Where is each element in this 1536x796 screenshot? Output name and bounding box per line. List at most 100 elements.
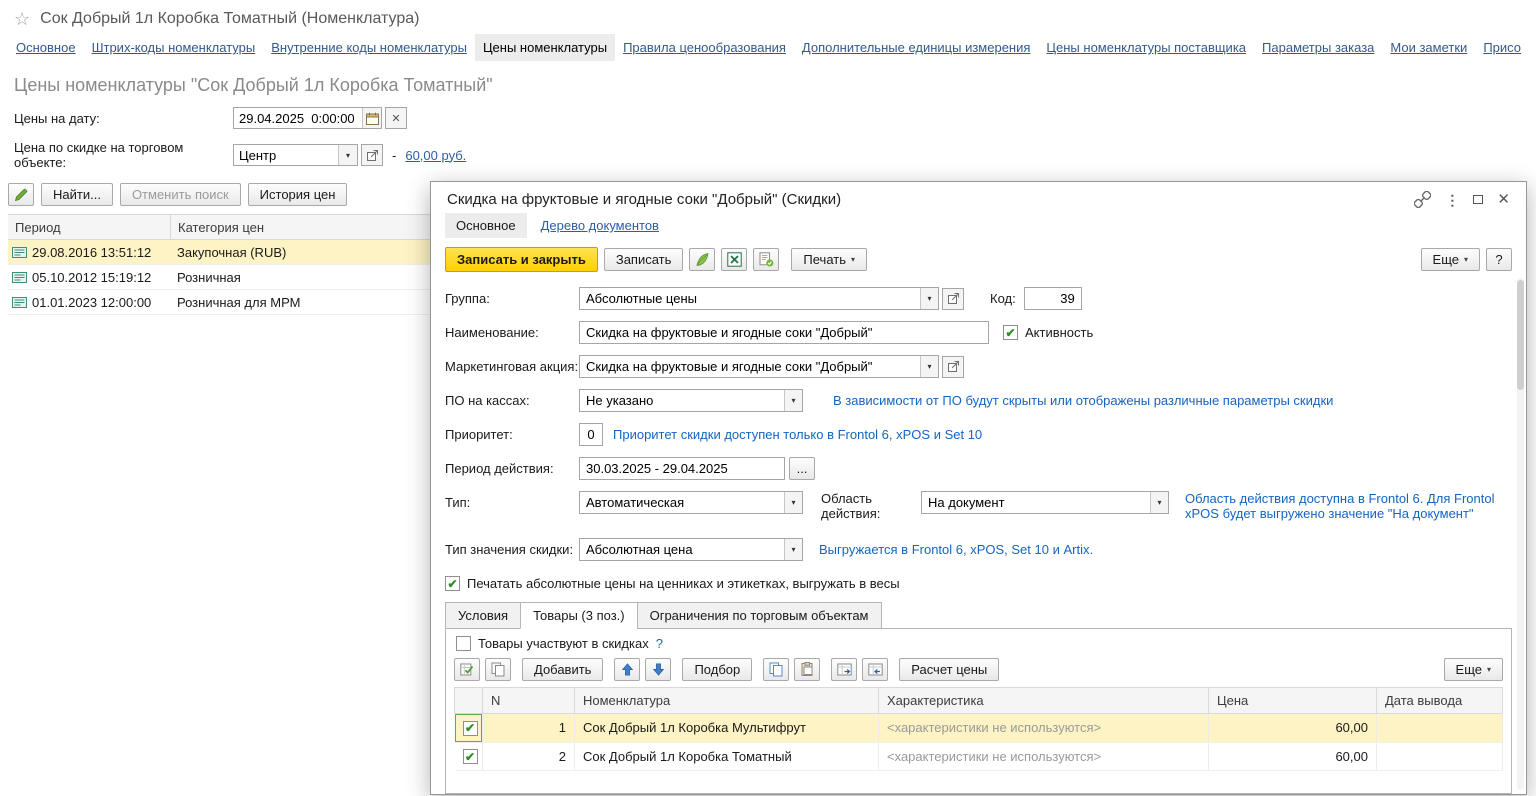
edit-pencil-icon[interactable]	[8, 183, 34, 206]
save-and-close-button[interactable]: Записать и закрыть	[445, 247, 598, 272]
date-row: Цены на дату: ✕	[14, 107, 1536, 129]
dialog-form: Группа: ▾ Код: Наименование: Активность	[431, 278, 1526, 601]
print-prices-checkbox[interactable]: Печатать абсолютные цены на ценниках и э…	[445, 576, 900, 591]
type-dropdown-icon[interactable]: ▾	[784, 492, 802, 513]
scope-label: Область действия:	[821, 491, 897, 522]
value-type-dropdown-icon[interactable]: ▾	[784, 539, 802, 560]
nav-tab-my-notes[interactable]: Мои заметки	[1382, 34, 1475, 61]
row-checkbox[interactable]	[463, 721, 478, 736]
get-link-icon[interactable]	[1414, 191, 1431, 208]
name-input[interactable]	[579, 321, 989, 344]
add-button[interactable]: Добавить	[522, 658, 603, 681]
period-input[interactable]	[579, 457, 785, 480]
price-row[interactable]: 05.10.2012 15:19:12 Розничная	[8, 265, 432, 290]
dialog-tab-main[interactable]: Основное	[445, 213, 527, 238]
row-checkbox[interactable]	[463, 749, 478, 764]
store-dropdown-icon[interactable]: ▾	[338, 145, 357, 165]
period-ellipsis-button[interactable]: ...	[789, 457, 815, 480]
nav-tab-extra-units[interactable]: Дополнительные единицы измерения	[794, 34, 1038, 61]
marketing-combo: ▾	[579, 355, 939, 378]
price-row[interactable]: 29.08.2016 13:51:12 Закупочная (RUB)	[8, 240, 432, 265]
nav-tab-order-params[interactable]: Параметры заказа	[1254, 34, 1382, 61]
clear-date-icon[interactable]: ✕	[385, 107, 407, 129]
move-up-icon[interactable]	[614, 658, 640, 681]
pick-button[interactable]: Подбор	[682, 658, 752, 681]
scope-dropdown-icon[interactable]: ▾	[1150, 492, 1168, 513]
calc-price-button[interactable]: Расчет цены	[899, 658, 999, 681]
print-prices-checkbox-box[interactable]	[445, 576, 460, 591]
scrollbar-thumb[interactable]	[1517, 280, 1524, 390]
cancel-search-button[interactable]: Отменить поиск	[120, 183, 241, 206]
move-down-icon[interactable]	[645, 658, 671, 681]
store-combo: ▾	[233, 144, 358, 166]
close-icon[interactable]: ✕	[1497, 192, 1510, 207]
pos-software-input[interactable]	[580, 390, 784, 411]
price-record-icon	[12, 272, 27, 283]
marketing-input[interactable]	[580, 356, 920, 377]
tab-conditions[interactable]: Условия	[445, 602, 521, 629]
date-input[interactable]	[234, 108, 362, 128]
participate-help-icon[interactable]: ?	[656, 636, 663, 651]
scope-input[interactable]	[922, 492, 1150, 513]
store-input[interactable]	[234, 145, 338, 165]
group-open-icon[interactable]	[942, 288, 964, 310]
more-button[interactable]: Еще▾	[1421, 248, 1480, 271]
nav-tab-barcodes[interactable]: Штрих-коды номенклатуры	[84, 34, 264, 61]
check-all-icon[interactable]	[454, 658, 480, 681]
price-record-icon	[12, 247, 27, 258]
load-table-icon[interactable]	[831, 658, 857, 681]
store-open-icon[interactable]	[361, 144, 383, 166]
product-row[interactable]: 2 Сок Добрый 1л Коробка Томатный <характ…	[455, 742, 1503, 771]
favorite-star-icon[interactable]: ☆	[14, 10, 30, 28]
pos-software-combo: ▾	[579, 389, 803, 412]
nav-tab-supplier-prices[interactable]: Цены номенклатуры поставщика	[1038, 34, 1254, 61]
col-n: N	[483, 688, 575, 714]
pos-dropdown-icon[interactable]: ▾	[784, 390, 802, 411]
product-row[interactable]: 1 Сок Добрый 1л Коробка Мультифрут <хара…	[455, 714, 1503, 743]
print-button[interactable]: Печать▾	[791, 248, 867, 271]
price-row[interactable]: 01.01.2023 12:00:00 Розничная для МРМ	[8, 290, 432, 315]
activity-checkbox[interactable]: Активность	[1003, 325, 1093, 340]
save-button[interactable]: Записать	[604, 248, 684, 271]
copy-icon[interactable]	[763, 658, 789, 681]
row-date-out	[1377, 714, 1503, 743]
marketing-dropdown-icon[interactable]: ▾	[920, 356, 938, 377]
scope-combo: ▾	[921, 491, 1169, 514]
calendar-icon[interactable]	[362, 108, 381, 128]
code-input[interactable]	[1024, 287, 1082, 310]
participate-checkbox[interactable]	[456, 636, 471, 651]
find-button[interactable]: Найти...	[41, 183, 113, 206]
post-feather-icon[interactable]	[689, 248, 715, 271]
print-price-tags-icon[interactable]	[753, 248, 779, 271]
activity-checkbox-box[interactable]	[1003, 325, 1018, 340]
scope-hint: Область действия доступна в Frontol 6. Д…	[1185, 491, 1512, 522]
nav-tab-pricing-rules[interactable]: Правила ценообразования	[615, 34, 794, 61]
nav-tab-internal-codes[interactable]: Внутренние коды номенклатуры	[263, 34, 475, 61]
priority-input[interactable]	[579, 423, 603, 446]
help-button[interactable]: ?	[1486, 248, 1512, 271]
dialog-scrollbar[interactable]	[1517, 278, 1524, 790]
discount-price-link[interactable]: 60,00 руб.	[405, 148, 466, 163]
nav-tab-prices[interactable]: Цены номенклатуры	[475, 34, 615, 61]
price-history-button[interactable]: История цен	[248, 183, 348, 206]
row-characteristic: <характеристики не используются>	[879, 714, 1209, 743]
type-input[interactable]	[580, 492, 784, 513]
uncheck-all-icon[interactable]	[485, 658, 511, 681]
dialog-tab-doc-tree[interactable]: Дерево документов	[539, 213, 661, 238]
products-more-button[interactable]: Еще▾	[1444, 658, 1503, 681]
save-table-icon[interactable]	[862, 658, 888, 681]
excel-export-icon[interactable]	[721, 248, 747, 271]
tab-products[interactable]: Товары (3 поз.)	[520, 602, 638, 629]
maximize-icon[interactable]	[1473, 195, 1483, 204]
tab-restrictions[interactable]: Ограничения по торговым объектам	[637, 602, 882, 629]
nav-tab-attached[interactable]: Присо	[1475, 34, 1529, 61]
group-dropdown-icon[interactable]: ▾	[920, 288, 938, 309]
type-combo: ▾	[579, 491, 803, 514]
price-record-icon	[12, 297, 27, 308]
group-input[interactable]	[580, 288, 920, 309]
nav-tab-main[interactable]: Основное	[8, 34, 84, 61]
paste-icon[interactable]	[794, 658, 820, 681]
marketing-open-icon[interactable]	[942, 356, 964, 378]
more-menu-icon[interactable]: ⋮	[1445, 193, 1459, 207]
value-type-input[interactable]	[580, 539, 784, 560]
